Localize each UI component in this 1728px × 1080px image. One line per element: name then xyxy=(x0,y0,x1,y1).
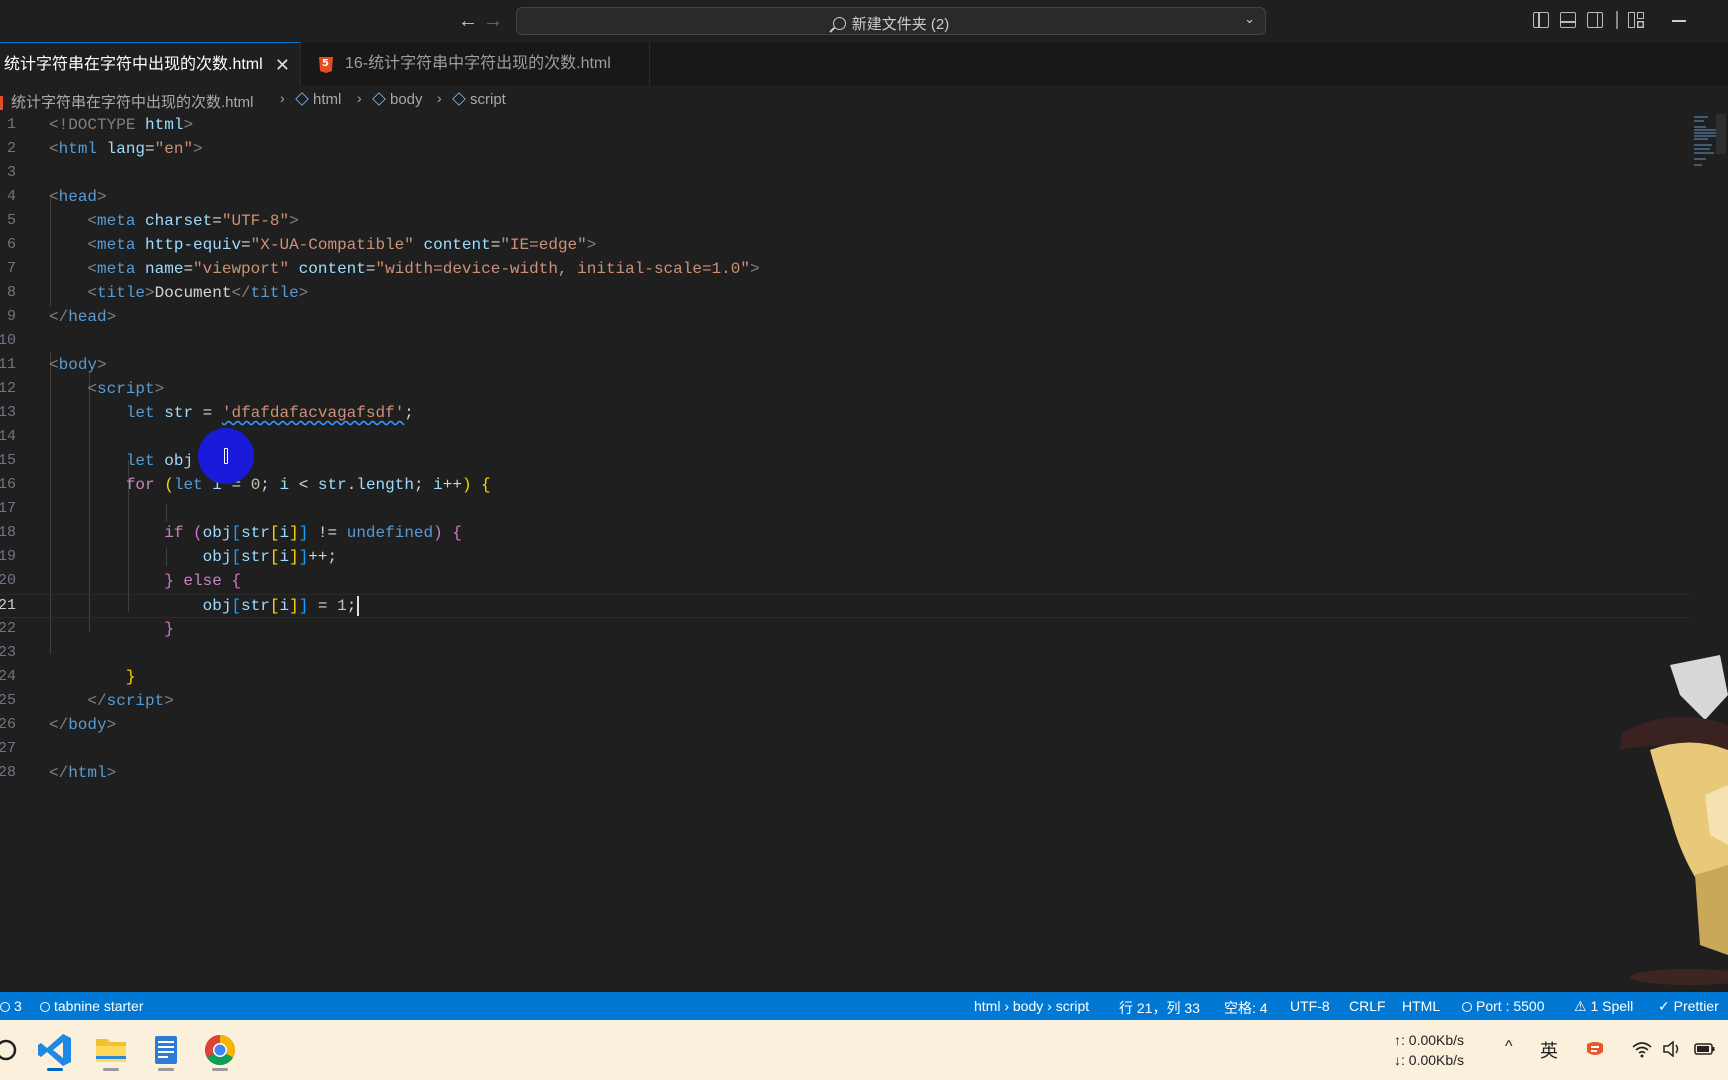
code-line: 18 if (obj[str[i]] != undefined) { xyxy=(0,524,462,542)
tab-label: 16-统计字符串中字符出现的次数.html xyxy=(345,55,611,72)
chevron-right-icon: › xyxy=(280,90,285,106)
command-center-label: 新建文件夹 (2) xyxy=(851,16,950,33)
search-icon[interactable] xyxy=(0,1029,26,1071)
tabnine-icon xyxy=(40,1002,50,1012)
chevron-right-icon: › xyxy=(437,90,442,106)
tabnine-status[interactable]: tabnine starter xyxy=(40,998,144,1014)
upload-speed: ↑: 0.00Kb/s xyxy=(1394,1032,1465,1048)
code-line: 7 <meta name="viewport" content="width=d… xyxy=(6,260,760,278)
download-speed: ↓: 0.00Kb/s xyxy=(1394,1052,1465,1068)
code-line: 26 </body> xyxy=(0,716,117,734)
code-line: 17 xyxy=(0,500,17,517)
code-line: 19 obj[str[i]]++; xyxy=(0,548,338,566)
symbol-element-icon xyxy=(295,92,309,106)
toggle-panel-icon[interactable] xyxy=(1560,12,1576,28)
code-line: 14 xyxy=(0,428,17,445)
tab-other-file[interactable]: 5 16-统计字符串中字符出现的次数.html xyxy=(300,42,650,86)
double-check-icon: ✓ xyxy=(1658,998,1674,1014)
code-line: 23 xyxy=(0,644,17,661)
status-breadcrumb[interactable]: html › body › script xyxy=(974,998,1089,1014)
code-line: 24 } xyxy=(0,668,136,686)
desktop-pet-character-image xyxy=(1620,655,1728,985)
forward-arrow-icon[interactable]: → xyxy=(482,8,504,34)
windows-taskbar: ↑: 0.00Kb/s ↓: 0.00Kb/s ^ 英 xyxy=(0,1020,1728,1080)
code-line: 28 </html> xyxy=(0,764,117,782)
status-bar: 3 tabnine starter html › body › script 行… xyxy=(0,992,1728,1020)
symbol-element-icon xyxy=(372,92,386,106)
symbol-element-icon xyxy=(452,92,466,106)
code-line-current: 21 obj[str[i]] = 1; xyxy=(0,594,1690,618)
code-line: 4 <head> xyxy=(6,188,107,206)
toggle-primary-sidebar-icon[interactable] xyxy=(1533,12,1549,28)
chevron-right-icon: › xyxy=(357,90,362,106)
code-line: 20 } else { xyxy=(0,572,242,590)
title-separator xyxy=(1616,11,1618,29)
tab-label: 统计字符串在字符中出现的次数.html xyxy=(4,56,263,73)
close-icon[interactable]: ✕ xyxy=(275,43,290,87)
code-line: 22 } xyxy=(0,620,174,638)
cursor-position[interactable]: 行 21，列 33 xyxy=(1119,998,1200,1018)
breadcrumb: 统计字符串在字符中出现的次数.html › html › body › scri… xyxy=(0,88,1700,114)
code-line: 27 xyxy=(0,740,17,757)
chevron-down-icon[interactable]: ⌄ xyxy=(1244,11,1255,27)
title-bar: ← → 新建文件夹 (2) ⌄ xyxy=(0,0,1728,42)
file-explorer-icon[interactable] xyxy=(91,1029,131,1071)
text-cursor xyxy=(357,596,359,616)
language-mode[interactable]: HTML xyxy=(1402,998,1440,1014)
breadcrumb-file[interactable]: 统计字符串在字符中出现的次数.html xyxy=(11,91,254,112)
chevron-up-icon[interactable]: ^ xyxy=(1505,1038,1523,1056)
notepad-icon[interactable] xyxy=(146,1029,186,1071)
breadcrumb-script[interactable]: script xyxy=(452,91,506,108)
volume-icon[interactable] xyxy=(1662,1040,1680,1058)
ime-indicator[interactable]: 英 xyxy=(1540,1037,1558,1061)
vertical-scrollbar[interactable] xyxy=(1716,114,1726,154)
problems-indicator[interactable]: 3 xyxy=(0,998,22,1014)
tab-active-file[interactable]: 统计字符串在字符中出现的次数.html ✕ xyxy=(0,42,300,86)
breadcrumb-body[interactable]: body xyxy=(372,91,423,108)
code-line: 10 xyxy=(0,332,17,349)
chrome-icon[interactable] xyxy=(200,1029,240,1071)
back-arrow-icon[interactable]: ← xyxy=(457,8,479,34)
encoding-setting[interactable]: UTF-8 xyxy=(1290,998,1330,1014)
code-line: 8 <title>Document</title> xyxy=(6,284,309,302)
indentation-setting[interactable]: 空格: 4 xyxy=(1224,998,1268,1018)
eol-setting[interactable]: CRLF xyxy=(1349,998,1386,1014)
prettier-status[interactable]: ✓ Prettier xyxy=(1658,998,1719,1015)
warning-icon: ⚠ xyxy=(1574,998,1591,1014)
prohibited-icon xyxy=(1462,1002,1472,1012)
code-editor[interactable]: 1 <!DOCTYPE html> 2 <html lang="en"> 3 4 <h… xyxy=(0,114,1700,914)
toggle-secondary-sidebar-icon[interactable] xyxy=(1587,12,1603,28)
minimize-window-icon[interactable] xyxy=(1672,20,1686,22)
mouse-click-indicator xyxy=(198,428,254,484)
code-line: 12 <script> xyxy=(0,380,165,398)
command-center-search[interactable]: 新建文件夹 (2) ⌄ xyxy=(516,7,1266,35)
code-line: 25 </script> xyxy=(0,692,174,710)
code-line: 6 <meta http-equiv="X-UA-Compatible" con… xyxy=(6,236,597,254)
code-line: 13 let str = 'dfafdafacvagafsdf'; xyxy=(0,404,414,422)
tray-app-icon[interactable] xyxy=(1585,1040,1603,1058)
code-line: 2 <html lang="en"> xyxy=(6,140,203,158)
network-speed-monitor: ↑: 0.00Kb/s ↓: 0.00Kb/s xyxy=(1394,1030,1464,1070)
customize-layout-icon[interactable] xyxy=(1628,12,1644,28)
spell-check-status[interactable]: ⚠ 1 Spell xyxy=(1574,998,1633,1015)
code-line: 5 <meta charset="UTF-8"> xyxy=(6,212,299,230)
search-icon xyxy=(832,17,846,30)
code-line: 1 <!DOCTYPE html> xyxy=(6,116,194,134)
editor-tab-bar: 统计字符串在字符中出现的次数.html ✕ 5 16-统计字符串中字符出现的次数… xyxy=(0,42,1728,86)
info-icon xyxy=(0,1002,10,1012)
wifi-icon[interactable] xyxy=(1632,1040,1652,1058)
code-line: 9 </head> xyxy=(6,308,117,326)
battery-icon[interactable] xyxy=(1694,1040,1715,1058)
code-line: 11 <body> xyxy=(0,356,107,374)
html5-file-icon: 5 xyxy=(319,57,333,73)
code-line: 16 for (let i = 0; i < str.length; i++) … xyxy=(0,476,491,494)
live-server-port[interactable]: Port : 5500 xyxy=(1462,998,1545,1014)
code-line: 3 xyxy=(6,164,16,181)
vscode-icon[interactable] xyxy=(35,1029,75,1071)
breadcrumb-html[interactable]: html xyxy=(295,91,341,108)
